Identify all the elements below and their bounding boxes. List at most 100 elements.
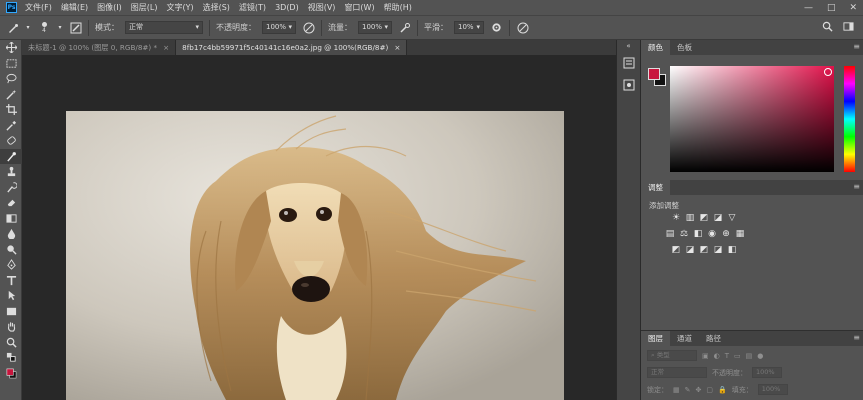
pen-icon[interactable] (0, 257, 22, 273)
levels-icon[interactable]: ▥ (685, 213, 695, 223)
filter-smart-icon[interactable]: ▤ (746, 352, 753, 360)
menu-filter[interactable]: 滤镜(T) (239, 2, 266, 13)
canvas-area[interactable] (22, 55, 616, 400)
gradient-icon[interactable] (0, 211, 22, 227)
filter-shape-icon[interactable]: ▭ (734, 352, 741, 360)
blend-mode-select[interactable]: 正常 (647, 367, 707, 378)
color-saturation-field[interactable] (670, 66, 834, 172)
filter-pixel-icon[interactable]: ▣ (702, 352, 709, 360)
type-tool-icon[interactable] (0, 273, 22, 289)
filter-adjust-icon[interactable]: ◐ (714, 352, 720, 360)
opacity-field[interactable]: 100% ▾ (262, 21, 296, 34)
tab-color[interactable]: 颜色 (641, 40, 670, 55)
menu-help[interactable]: 帮助(H) (384, 2, 412, 13)
invert-icon[interactable]: ◩ (671, 245, 681, 255)
threshold-icon[interactable]: ◩ (699, 245, 709, 255)
minimize-button[interactable]: — (804, 3, 813, 13)
move-tool-icon[interactable] (0, 40, 22, 56)
smoothing-field[interactable]: 10% ▾ (454, 21, 484, 34)
healing-brush-icon[interactable] (0, 133, 22, 149)
vibrance-icon[interactable]: ▽ (727, 213, 737, 223)
color-lookup-icon[interactable]: ▦ (735, 229, 745, 239)
color-picker-ring[interactable] (824, 68, 832, 76)
eraser-icon[interactable] (0, 195, 22, 211)
lock-artboard-icon[interactable]: ▢ (706, 386, 713, 394)
pressure-opacity-icon[interactable] (302, 21, 315, 34)
marquee-tool-icon[interactable] (0, 56, 22, 72)
crop-tool-icon[interactable] (0, 102, 22, 118)
magic-wand-icon[interactable] (0, 87, 22, 103)
brush-preset-icon[interactable] (6, 21, 19, 34)
rectangle-icon[interactable] (0, 304, 22, 320)
menu-window[interactable]: 窗口(W) (344, 2, 374, 13)
color-balance-icon[interactable]: ⚖ (679, 229, 689, 239)
collapse-icon[interactable]: « (620, 42, 638, 50)
filter-type-icon[interactable]: T (725, 352, 729, 360)
lock-transparency-icon[interactable]: ▦ (673, 386, 680, 394)
swap-colors-icon[interactable] (0, 350, 22, 366)
close-button[interactable]: ✕ (849, 3, 857, 13)
airbrush-icon[interactable] (398, 21, 411, 34)
menu-3d[interactable]: 3D(D) (275, 3, 299, 12)
eyedropper-icon[interactable] (0, 118, 22, 134)
tab-layers[interactable]: 图层 (641, 331, 670, 346)
menu-view[interactable]: 视图(V) (308, 2, 336, 13)
brush-size-picker[interactable]: 4 (37, 21, 51, 34)
layer-opacity-field[interactable]: 100% (752, 367, 782, 378)
tab-swatches[interactable]: 色板 (670, 40, 699, 55)
lock-all-icon[interactable]: 🔒 (718, 386, 727, 394)
menu-edit[interactable]: 编辑(E) (61, 2, 88, 13)
hand-icon[interactable] (0, 319, 22, 335)
brightness-contrast-icon[interactable]: ☀ (671, 213, 681, 223)
hue-saturation-icon[interactable]: ▤ (665, 229, 675, 239)
pressure-size-icon[interactable] (516, 21, 529, 34)
hue-slider[interactable] (844, 66, 855, 172)
channel-mixer-icon[interactable]: ⊕ (721, 229, 731, 239)
posterize-icon[interactable]: ◪ (685, 245, 695, 255)
lock-pixels-icon[interactable]: ✎ (685, 386, 691, 394)
gradient-map-icon[interactable]: ◪ (713, 245, 723, 255)
layer-filter-select[interactable]: ⌕ 类型 (647, 350, 697, 361)
selective-color-icon[interactable]: ◧ (727, 245, 737, 255)
path-select-icon[interactable] (0, 288, 22, 304)
menu-image[interactable]: 图像(I) (97, 2, 122, 13)
lasso-tool-icon[interactable] (0, 71, 22, 87)
chevron-down-icon[interactable]: ▾ (57, 21, 63, 34)
tab-paths[interactable]: 路径 (699, 331, 728, 346)
exposure-icon[interactable]: ◪ (713, 213, 723, 223)
tab-adjustments[interactable]: 调整 (641, 180, 670, 195)
close-icon[interactable]: × (163, 40, 169, 55)
brush-settings-icon[interactable] (69, 21, 82, 34)
photo-filter-icon[interactable]: ◉ (707, 229, 717, 239)
curves-icon[interactable]: ◩ (699, 213, 709, 223)
tab-channels[interactable]: 通道 (670, 331, 699, 346)
clone-stamp-icon[interactable] (0, 164, 22, 180)
history-brush-icon[interactable] (0, 180, 22, 196)
restore-button[interactable]: □ (827, 3, 836, 13)
properties-icon[interactable] (620, 76, 638, 94)
search-icon[interactable] (821, 20, 834, 33)
dog-photo[interactable] (66, 111, 564, 400)
close-icon[interactable]: × (394, 40, 400, 55)
menu-file[interactable]: 文件(F) (25, 2, 52, 13)
black-white-icon[interactable]: ◧ (693, 229, 703, 239)
foreground-color-swatch[interactable] (648, 68, 660, 80)
flow-field[interactable]: 100% ▾ (358, 21, 392, 34)
panel-menu-icon[interactable]: ≡ (853, 42, 860, 51)
brush-tool-icon[interactable] (0, 148, 22, 164)
history-icon[interactable] (620, 54, 638, 72)
gear-icon[interactable] (490, 21, 503, 34)
lock-position-icon[interactable]: ✥ (696, 386, 702, 394)
panel-menu-icon[interactable]: ≡ (853, 182, 860, 191)
tab-untitled[interactable]: 未标题-1 @ 100% (图层 0, RGB/8#) * × (22, 40, 177, 55)
panel-menu-icon[interactable]: ≡ (853, 333, 860, 342)
fg-bg-icon[interactable] (0, 366, 22, 382)
workspace-icon[interactable] (842, 20, 855, 33)
tab-dog-image[interactable]: 8fb17c4bb59971f5c40141c16e0a2.jpg @ 100%… (176, 40, 408, 55)
blur-icon[interactable] (0, 226, 22, 242)
menu-layer[interactable]: 图层(L) (131, 2, 158, 13)
menu-type[interactable]: 文字(Y) (166, 2, 193, 13)
chevron-down-icon[interactable]: ▾ (25, 21, 31, 34)
filter-toggle-icon[interactable]: ● (757, 352, 763, 360)
zoom-icon[interactable] (0, 335, 22, 351)
